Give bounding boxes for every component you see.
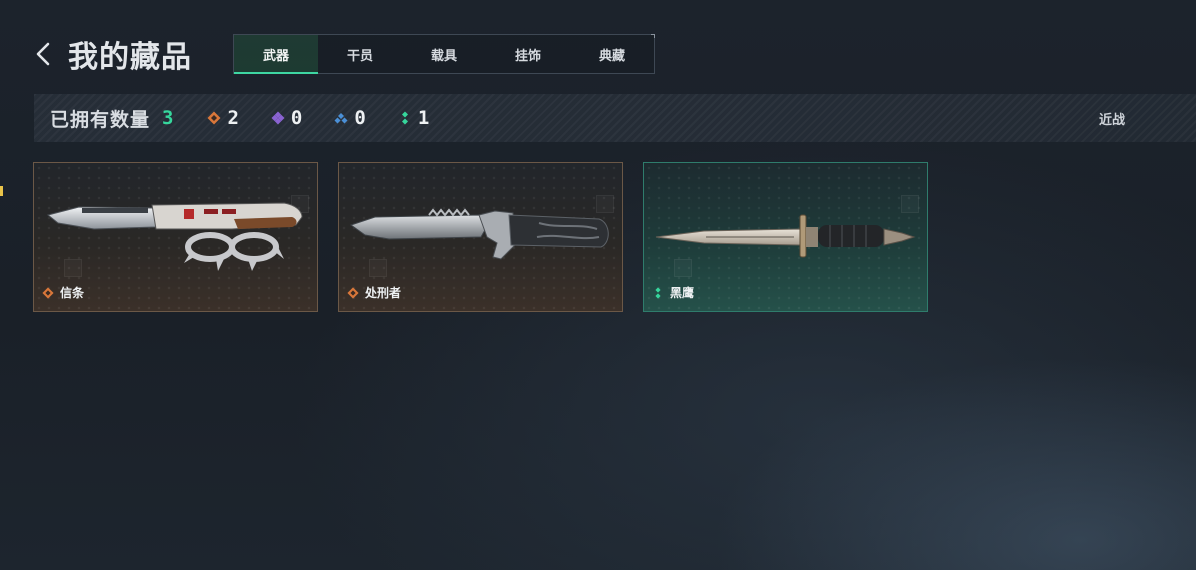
blue-diamond-icon bbox=[334, 113, 348, 124]
page-title: 我的藏品 bbox=[68, 40, 192, 75]
melee-filter[interactable]: 近战 bbox=[1099, 109, 1125, 128]
weapon-card[interactable]: 信条 bbox=[33, 162, 318, 312]
orange-diamond-icon bbox=[42, 286, 54, 299]
orange-diamond-icon bbox=[207, 111, 221, 125]
stats-bar: 已拥有数量 3 2 0 0 1 近战 bbox=[34, 94, 1196, 142]
knuckle-knife-image bbox=[46, 202, 303, 271]
owned-label: 已拥有数量 bbox=[50, 108, 151, 131]
tab-vehicles[interactable]: 载具 bbox=[402, 35, 486, 73]
corner-decoration bbox=[651, 34, 655, 38]
green-diamond-icon bbox=[655, 286, 661, 299]
tab-weapons[interactable]: 武器 bbox=[234, 35, 318, 74]
rarity-blue-count: 0 bbox=[334, 107, 366, 129]
back-button[interactable] bbox=[34, 34, 58, 74]
side-indicator bbox=[0, 186, 3, 196]
weapon-card[interactable]: 处刑者 bbox=[338, 162, 623, 312]
tab-operators[interactable]: 干员 bbox=[318, 35, 402, 73]
rarity-green-count: 1 bbox=[398, 107, 429, 129]
rarity-purple-count: 0 bbox=[271, 107, 302, 129]
orange-diamond-icon bbox=[347, 286, 359, 299]
owned-count: 3 bbox=[162, 107, 174, 129]
serrated-knife-image bbox=[349, 208, 609, 260]
green-diamond-icon bbox=[401, 111, 408, 125]
chevron-left-icon bbox=[36, 42, 50, 66]
weapon-name: 信条 bbox=[42, 284, 84, 301]
weapon-name: 处刑者 bbox=[347, 284, 401, 301]
weapon-card[interactable]: 黑鹰 bbox=[643, 162, 928, 312]
page-header: 我的藏品 bbox=[34, 34, 192, 75]
tab-collection[interactable]: 典藏 bbox=[570, 35, 654, 73]
dagger-image bbox=[655, 214, 916, 258]
purple-diamond-icon bbox=[271, 111, 285, 125]
tab-charms[interactable]: 挂饰 bbox=[486, 35, 570, 73]
weapon-name: 黑鹰 bbox=[652, 284, 694, 301]
category-tabs: 武器 干员 载具 挂饰 典藏 bbox=[233, 34, 655, 74]
rarity-orange-count: 2 bbox=[207, 107, 239, 129]
